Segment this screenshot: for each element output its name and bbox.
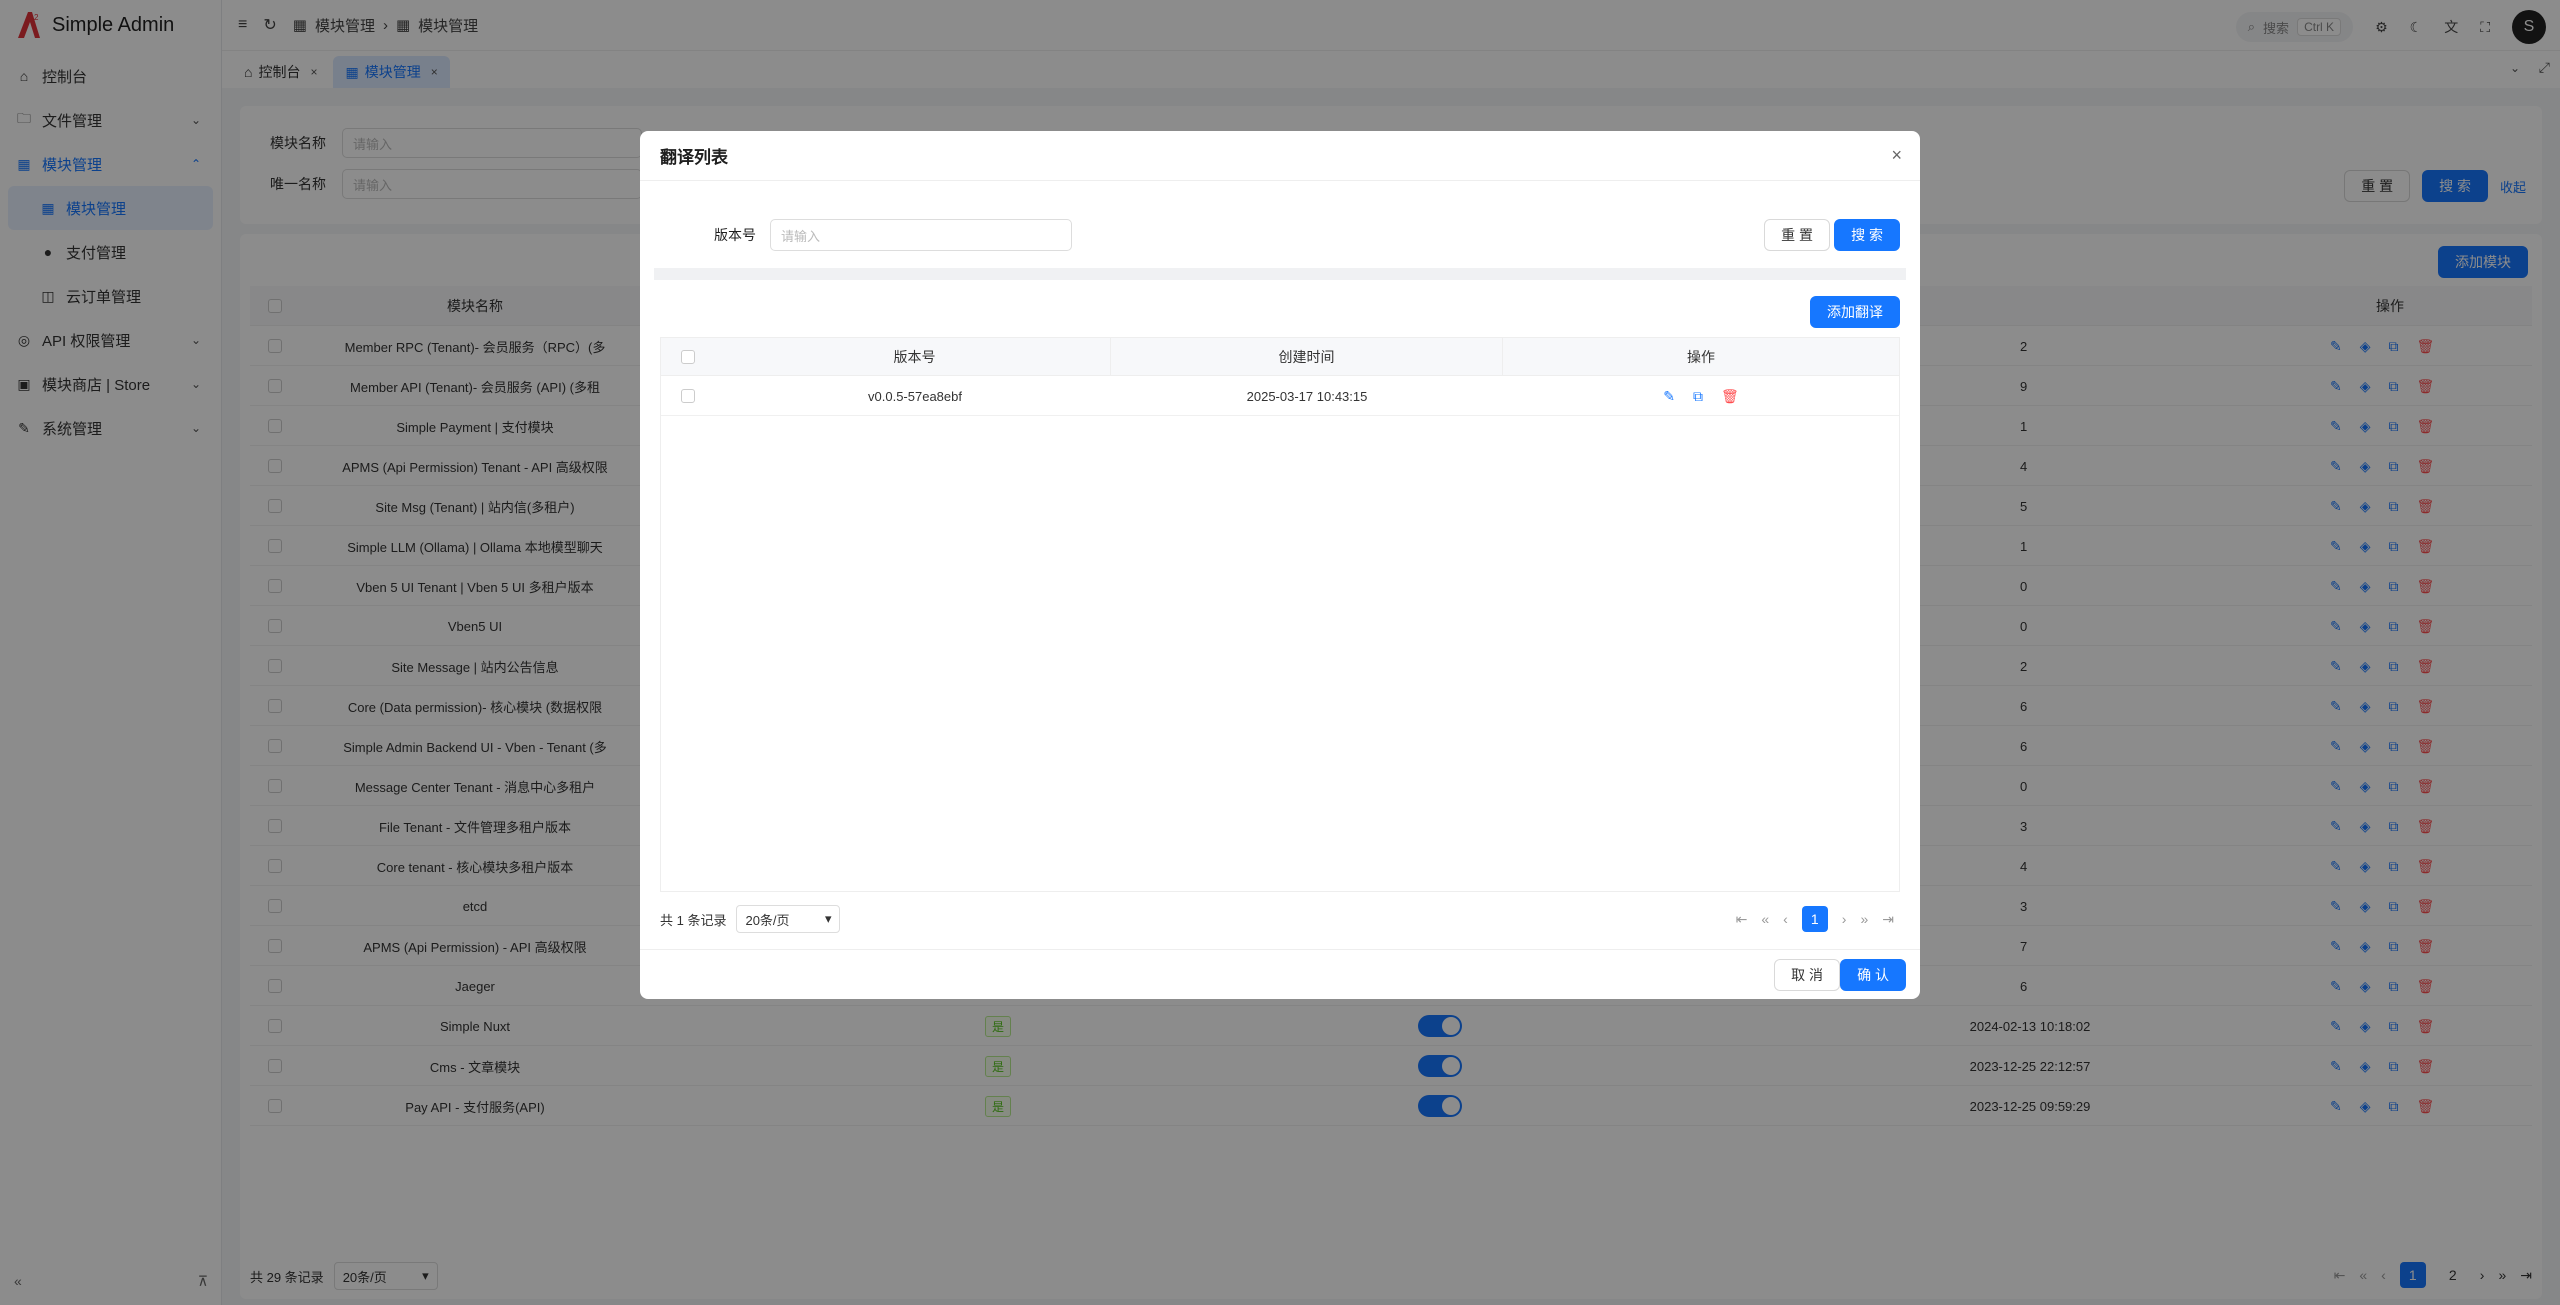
modal-footer: 取 消 确 认 — [640, 949, 1920, 999]
column-header-created: 创建时间 — [1111, 338, 1503, 376]
table-row: v0.0.5-57ea8ebf 2025-03-17 10:43:15 ✎ ⧉ … — [661, 376, 1899, 416]
row-checkbox[interactable] — [681, 376, 695, 416]
last-page-icon[interactable]: ⇥ — [1882, 911, 1894, 928]
version-input[interactable]: 请输入 — [770, 219, 1072, 251]
divider-band — [654, 268, 1906, 280]
version-label: 版本号 — [714, 227, 756, 243]
first-page-icon[interactable]: ⇤ — [1736, 911, 1748, 928]
app-root: 2 Simple Admin ⌂ 控制台 🗀 文件管理 ⌄ ▦ 模块管理 ⌃ ▦… — [0, 0, 2560, 1305]
next-five-icon[interactable]: » — [1860, 911, 1868, 927]
add-translation-button[interactable]: 添加翻译 — [1810, 296, 1900, 328]
chevron-down-icon: ▾ — [824, 911, 832, 926]
modal-filter: 版本号 请输入 重 置 搜 索 — [654, 209, 1906, 261]
created-cell: 2025-03-17 10:43:15 — [1246, 388, 1368, 404]
prev-page-icon[interactable]: ‹ — [1783, 911, 1788, 927]
translation-table: 版本号 创建时间 操作 v0.0.5-57ea8ebf 2025-03-17 1… — [660, 337, 1900, 892]
confirm-button[interactable]: 确 认 — [1840, 959, 1906, 991]
prev-five-icon[interactable]: « — [1761, 911, 1769, 927]
modal-pagination: 共 1 条记录 20条/页 ▾ ⇤ « ‹ 1 › » ⇥ — [660, 901, 1900, 937]
next-page-icon[interactable]: › — [1842, 911, 1847, 927]
close-icon[interactable]: × — [1891, 145, 1902, 166]
edit-icon[interactable]: ✎ — [1663, 388, 1675, 405]
delete-icon[interactable]: 🗑 — [1721, 388, 1739, 405]
page-nav: ⇤ « ‹ 1 › » ⇥ — [1736, 906, 1894, 932]
page-size-select[interactable]: 20条/页 ▾ — [736, 905, 841, 933]
translation-table-header: 版本号 创建时间 操作 — [661, 338, 1899, 376]
page-size-value: 20条/页 — [745, 912, 790, 928]
column-header-version: 版本号 — [719, 338, 1111, 376]
cancel-button[interactable]: 取 消 — [1774, 959, 1840, 991]
copy-icon[interactable]: ⧉ — [1693, 388, 1703, 405]
translation-modal: 翻译列表 × 版本号 请输入 重 置 搜 索 添加翻译 版本号 创建时间 操作 … — [640, 131, 1920, 999]
page-number[interactable]: 1 — [1801, 906, 1828, 932]
column-header-actions: 操作 — [1687, 349, 1715, 365]
modal-title: 翻译列表 — [640, 131, 1920, 181]
total-count: 共 1 条记录 — [660, 912, 727, 928]
modal-search-button[interactable]: 搜 索 — [1834, 219, 1900, 251]
modal-reset-button[interactable]: 重 置 — [1764, 219, 1830, 251]
row-actions: ✎ ⧉ 🗑 — [1503, 376, 1899, 416]
version-cell: v0.0.5-57ea8ebf — [868, 388, 962, 404]
select-all-checkbox[interactable] — [681, 338, 695, 376]
